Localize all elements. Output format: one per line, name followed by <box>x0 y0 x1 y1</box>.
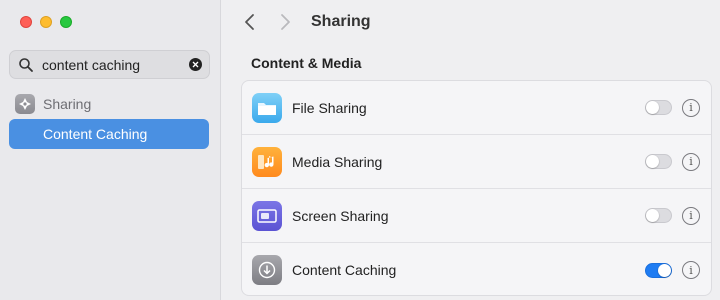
info-icon[interactable]: i <box>682 98 700 117</box>
clear-search-icon[interactable] <box>189 58 202 71</box>
sidebar-item-sharing[interactable]: Sharing <box>15 93 91 115</box>
media-sharing-toggle[interactable] <box>645 154 672 169</box>
row-label: File Sharing <box>292 99 367 116</box>
info-icon[interactable]: i <box>682 152 700 171</box>
download-icon <box>252 255 282 285</box>
window-controls <box>20 16 72 28</box>
row-label: Screen Sharing <box>292 207 389 224</box>
list-item-file-sharing[interactable]: File Sharing i <box>242 81 711 135</box>
search-icon <box>19 57 33 72</box>
page-title: Sharing <box>311 13 371 30</box>
back-icon[interactable] <box>241 12 259 32</box>
sharing-gear-icon <box>15 94 35 114</box>
sidebar-item-label: Sharing <box>43 96 92 112</box>
sharing-services-list: File Sharing i Media Sharing i Screen Sh… <box>241 80 712 296</box>
close-window-button[interactable] <box>20 16 32 28</box>
toolbar: Sharing <box>221 0 720 44</box>
list-item-media-sharing[interactable]: Media Sharing i <box>242 135 711 189</box>
content-caching-toggle[interactable] <box>645 262 672 278</box>
sidebar-item-label: Content Caching <box>43 126 148 142</box>
music-icon <box>252 146 282 177</box>
search-input[interactable] <box>42 56 182 73</box>
screen-icon <box>252 200 282 231</box>
screen-sharing-toggle[interactable] <box>645 208 672 223</box>
row-label: Media Sharing <box>292 153 383 170</box>
info-icon[interactable]: i <box>682 206 700 225</box>
info-icon[interactable]: i <box>682 261 700 279</box>
sidebar-item-content-caching[interactable]: Content Caching <box>9 119 209 149</box>
list-item-content-caching[interactable]: Content Caching i <box>242 243 711 295</box>
sidebar: Sharing Content Caching <box>0 0 221 300</box>
folder-icon <box>252 92 282 123</box>
zoom-window-button[interactable] <box>60 16 72 28</box>
file-sharing-toggle[interactable] <box>645 100 672 115</box>
minimize-window-button[interactable] <box>40 16 52 28</box>
row-label: Content Caching <box>292 262 397 278</box>
section-title: Content & Media <box>251 55 362 71</box>
list-item-screen-sharing[interactable]: Screen Sharing i <box>242 189 711 243</box>
search-field[interactable] <box>9 50 210 79</box>
main-content: Sharing Content & Media File Sharing i M… <box>221 0 720 300</box>
forward-icon[interactable] <box>276 12 294 32</box>
